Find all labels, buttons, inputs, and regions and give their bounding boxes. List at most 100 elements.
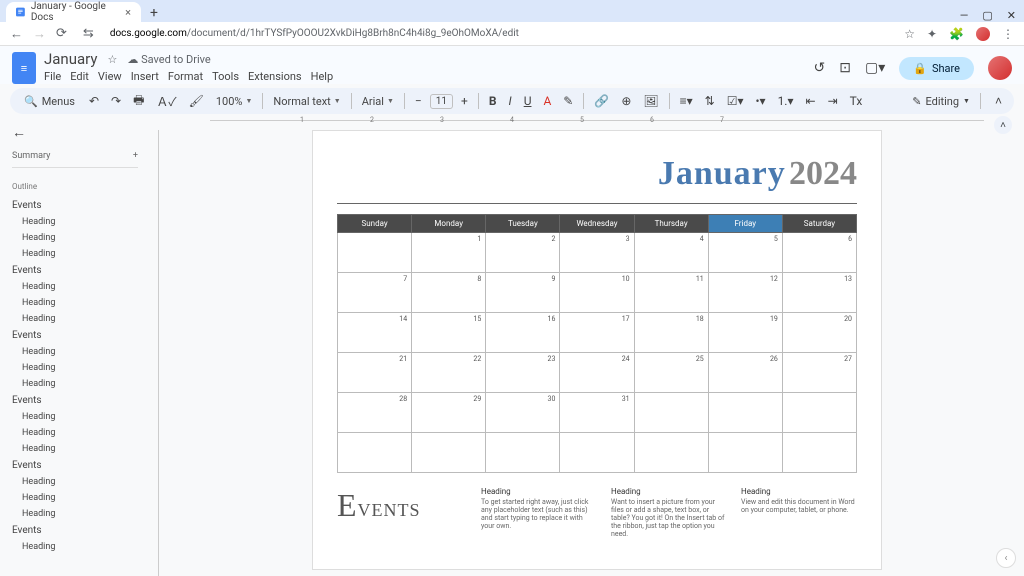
menu-edit[interactable]: Edit	[70, 70, 89, 83]
horizontal-ruler[interactable]: 1234567	[150, 114, 1024, 130]
calendar-cell[interactable]: 29	[412, 393, 486, 433]
events-column[interactable]: HeadingTo get started right away, just c…	[481, 487, 597, 538]
nav-back-button[interactable]: ←	[10, 26, 23, 42]
star-document-button[interactable]: ☆	[107, 53, 117, 66]
calendar-cell[interactable]: 12	[708, 273, 782, 313]
calendar-cell[interactable]	[634, 433, 708, 473]
insert-image-button[interactable]: 🖼	[639, 92, 662, 110]
outline-group[interactable]: Events	[12, 197, 138, 214]
explore-button[interactable]: ‹	[996, 548, 1016, 568]
window-close-button[interactable]: ✕	[1007, 9, 1016, 22]
nav-reload-button[interactable]: ⟳	[56, 26, 67, 41]
editing-mode-button[interactable]: ✎Editing▼	[912, 95, 970, 108]
paint-format-button[interactable]: 🖌	[185, 92, 208, 110]
calendar-cell[interactable]: 11	[634, 273, 708, 313]
calendar-cell[interactable]: 5	[708, 233, 782, 273]
calendar-title[interactable]: January 2024	[337, 155, 857, 204]
font-select[interactable]: Arial▼	[358, 95, 398, 108]
calendar-cell[interactable]: 28	[338, 393, 412, 433]
decrease-indent-button[interactable]: ⇤	[802, 92, 820, 110]
events-column[interactable]: HeadingWant to insert a picture from you…	[611, 487, 727, 538]
outline-heading[interactable]: Heading	[12, 490, 138, 506]
calendar-cell[interactable]	[338, 233, 412, 273]
font-size-decrease-button[interactable]: −	[411, 92, 426, 110]
account-avatar[interactable]	[988, 56, 1012, 80]
events-column[interactable]: HeadingView and edit this document in Wo…	[741, 487, 857, 538]
outline-heading[interactable]: Heading	[12, 279, 138, 295]
window-maximize-button[interactable]: ▢	[982, 9, 992, 22]
calendar-cell[interactable]: 26	[708, 353, 782, 393]
font-size-increase-button[interactable]: +	[457, 92, 472, 110]
calendar-cell[interactable]	[782, 393, 856, 433]
calendar-cell[interactable]: 1	[412, 233, 486, 273]
outline-heading[interactable]: Heading	[12, 214, 138, 230]
bookmark-star-icon[interactable]: ☆	[904, 27, 915, 41]
outline-group[interactable]: Events	[12, 457, 138, 474]
save-status[interactable]: ☁ Saved to Drive	[127, 53, 210, 66]
clear-formatting-button[interactable]: Tx	[846, 92, 867, 110]
outline-heading[interactable]: Heading	[12, 409, 138, 425]
calendar-cell[interactable]: 15	[412, 313, 486, 353]
bold-button[interactable]: B	[485, 92, 501, 110]
calendar-cell[interactable]: 25	[634, 353, 708, 393]
outline-heading[interactable]: Heading	[12, 441, 138, 457]
checklist-button[interactable]: ☑▾	[723, 92, 748, 110]
bullet-list-button[interactable]: •▾	[751, 92, 769, 110]
align-button[interactable]: ≡▾	[676, 92, 697, 110]
calendar-cell[interactable]: 21	[338, 353, 412, 393]
underline-button[interactable]: U	[520, 92, 536, 110]
browser-menu-button[interactable]: ⋮	[1002, 27, 1014, 41]
menu-help[interactable]: Help	[311, 70, 334, 83]
calendar-table[interactable]: SundayMondayTuesdayWednesdayThursdayFrid…	[337, 214, 857, 473]
browser-profile-avatar[interactable]	[976, 27, 990, 41]
outline-back-button[interactable]: ←	[12, 124, 138, 141]
nav-forward-button[interactable]: →	[33, 26, 46, 42]
history-icon[interactable]: ↺	[814, 60, 826, 76]
calendar-cell[interactable]: 23	[486, 353, 560, 393]
add-summary-button[interactable]: +	[133, 151, 138, 161]
insert-comment-button[interactable]: ⊕	[617, 92, 635, 110]
calendar-cell[interactable]	[338, 433, 412, 473]
outline-group[interactable]: Events	[12, 522, 138, 539]
calendar-cell[interactable]: 4	[634, 233, 708, 273]
browser-tab[interactable]: January - Google Docs ×	[6, 2, 141, 22]
highlight-button[interactable]: ✎	[559, 92, 577, 110]
menus-search-button[interactable]: 🔍Menus	[18, 93, 81, 110]
calendar-cell[interactable]	[486, 433, 560, 473]
calendar-cell[interactable]	[634, 393, 708, 433]
site-info-button[interactable]: ⇆	[83, 26, 94, 41]
outline-group[interactable]: Events	[12, 327, 138, 344]
calendar-cell[interactable]: 18	[634, 313, 708, 353]
window-minimize-button[interactable]: —	[960, 9, 969, 22]
docs-logo[interactable]: ≡	[12, 52, 36, 84]
calendar-cell[interactable]: 13	[782, 273, 856, 313]
calendar-cell[interactable]	[560, 433, 634, 473]
calendar-cell[interactable]: 8	[412, 273, 486, 313]
calendar-cell[interactable]: 17	[560, 313, 634, 353]
calendar-cell[interactable]: 27	[782, 353, 856, 393]
document-canvas[interactable]: January 2024 SundayMondayTuesdayWednesda…	[150, 130, 1024, 576]
calendar-cell[interactable]: 3	[560, 233, 634, 273]
outline-heading[interactable]: Heading	[12, 295, 138, 311]
tab-close-button[interactable]: ×	[125, 6, 131, 19]
document-title[interactable]: January	[44, 50, 97, 68]
calendar-cell[interactable]	[708, 433, 782, 473]
menu-file[interactable]: File	[44, 70, 61, 83]
share-button[interactable]: 🔒Share	[899, 57, 974, 80]
insert-link-button[interactable]: 🔗	[590, 92, 613, 110]
redo-button[interactable]: ↷	[107, 92, 125, 110]
outline-group[interactable]: Events	[12, 262, 138, 279]
calendar-cell[interactable]: 9	[486, 273, 560, 313]
calendar-cell[interactable]	[782, 433, 856, 473]
outline-heading[interactable]: Heading	[12, 376, 138, 392]
new-tab-button[interactable]: +	[145, 4, 163, 22]
calendar-cell[interactable]: 24	[560, 353, 634, 393]
menu-tools[interactable]: Tools	[212, 70, 239, 83]
outline-heading[interactable]: Heading	[12, 425, 138, 441]
calendar-cell[interactable]: 19	[708, 313, 782, 353]
events-heading[interactable]: Events	[337, 487, 467, 524]
comments-icon[interactable]: ⊡	[839, 60, 851, 76]
outline-heading[interactable]: Heading	[12, 230, 138, 246]
text-color-button[interactable]: A	[539, 92, 555, 110]
calendar-cell[interactable]: 20	[782, 313, 856, 353]
